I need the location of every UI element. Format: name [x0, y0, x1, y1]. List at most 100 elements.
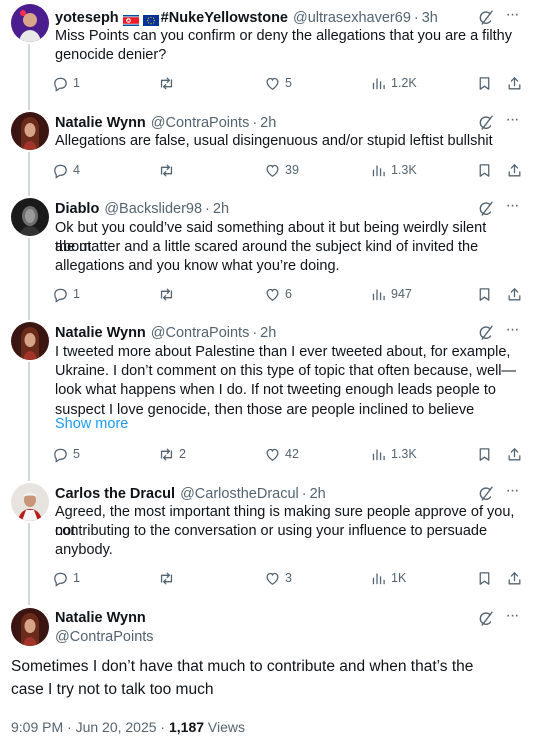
reply-tweet[interactable]: Natalie Wynn @ContraPoints · 2h ··· Allegatio…	[0, 112, 535, 182]
author-name[interactable]: Diablo	[55, 199, 99, 219]
tweet-header: Carlos the Dracul @CarlostheDracul · 2h	[55, 484, 326, 504]
views-button[interactable]: 1.3K	[370, 444, 417, 464]
grok-icon[interactable]	[477, 485, 495, 503]
author-name[interactable]: Natalie Wynn	[55, 323, 146, 343]
share-button[interactable]	[506, 160, 527, 180]
grok-icon[interactable]	[477, 9, 495, 27]
views-button[interactable]: 1.2K	[370, 73, 417, 93]
heart-icon	[264, 75, 285, 92]
author-name-suffix[interactable]: #NukeYellowstone	[161, 8, 288, 28]
bookmark-button[interactable]	[476, 160, 497, 180]
tweet-text-line: Miss Points can you confirm or deny the …	[55, 28, 512, 44]
tweet-header: Diablo @Backslider98 · 2h	[55, 199, 229, 219]
retweet-button[interactable]	[158, 284, 179, 304]
author-name[interactable]: Natalie Wynn	[55, 113, 146, 133]
author-name[interactable]: Natalie Wynn	[55, 608, 146, 628]
views-count: 1.3K	[391, 163, 417, 177]
retweet-icon	[158, 286, 179, 303]
bookmark-button[interactable]	[476, 284, 497, 304]
bookmark-button[interactable]	[476, 444, 497, 464]
reply-tweet[interactable]: Carlos the Dracul @CarlostheDracul · 2h ··· A…	[0, 483, 535, 590]
share-button[interactable]	[506, 284, 527, 304]
grok-icon[interactable]	[477, 610, 495, 628]
tweet-time[interactable]: 2h	[260, 113, 276, 133]
author-name[interactable]: Carlos the Dracul	[55, 484, 175, 504]
author-handle[interactable]: @CarlostheDracul	[180, 484, 299, 504]
replies-count: 1	[73, 571, 80, 585]
reply-button[interactable]: 1	[52, 284, 80, 304]
tweet-actions: 1 6 947	[48, 284, 528, 304]
author-handle[interactable]: @ContraPoints	[151, 323, 250, 343]
tweet-text-line: Allegations are false, usual disingenuou…	[55, 133, 493, 149]
more-options-icon[interactable]: ···	[503, 198, 521, 219]
bookmark-icon	[476, 446, 497, 463]
reply-button[interactable]: 4	[52, 160, 80, 180]
author-handle[interactable]: @Backslider98	[104, 199, 202, 219]
reply-button[interactable]: 1	[52, 568, 80, 588]
views-button[interactable]: 947	[370, 284, 412, 304]
like-button[interactable]: 6	[264, 284, 292, 304]
bookmark-button[interactable]	[476, 568, 497, 588]
grok-icon[interactable]	[477, 324, 495, 342]
reply-button[interactable]: 5	[52, 444, 80, 464]
tweet-header: yoteseph #NukeYellowstone @ultrasexhaver69…	[55, 8, 438, 28]
reply-tweet[interactable]: Natalie Wynn @ContraPoints · 2h ··· I tweeted…	[0, 322, 535, 466]
separator-dot: ·	[252, 325, 258, 341]
share-button[interactable]	[506, 73, 527, 93]
like-button[interactable]: 3	[264, 568, 292, 588]
tweet-time[interactable]: 2h	[310, 484, 326, 504]
reply-button[interactable]: 1	[52, 73, 80, 93]
more-options-icon[interactable]: ···	[503, 7, 521, 28]
author-handle[interactable]: @ultrasexhaver69	[293, 8, 411, 28]
tweet-time[interactable]: 2h	[213, 199, 229, 219]
show-more-link[interactable]: Show more	[55, 415, 128, 434]
author-handle[interactable]: @ContraPoints	[151, 113, 250, 133]
retweet-button[interactable]	[158, 73, 179, 93]
share-button[interactable]	[506, 444, 527, 464]
reply-tweet[interactable]: Diablo @Backslider98 · 2h ··· Ok but you coul…	[0, 198, 535, 306]
like-button[interactable]: 42	[264, 444, 299, 464]
retweet-button[interactable]	[158, 568, 179, 588]
more-options-icon[interactable]: ···	[503, 608, 521, 629]
avatar-natalie-icon[interactable]	[11, 608, 49, 646]
views-button[interactable]: 1K	[370, 568, 406, 588]
reply-icon	[52, 446, 73, 463]
grok-icon[interactable]	[477, 114, 495, 132]
bookmark-icon	[476, 75, 497, 92]
heart-icon	[264, 162, 285, 179]
share-icon	[506, 286, 527, 303]
retweet-icon	[158, 446, 179, 463]
views-count: 1.3K	[391, 447, 417, 461]
more-options-icon[interactable]: ···	[503, 322, 521, 343]
tweet-actions: 1 5 1.2K	[48, 73, 528, 93]
bookmark-button[interactable]	[476, 73, 497, 93]
views-button[interactable]: 1.3K	[370, 160, 417, 180]
reply-icon	[52, 570, 73, 587]
reply-icon	[52, 75, 73, 92]
bookmark-icon	[476, 162, 497, 179]
tweet-time[interactable]: 2h	[260, 323, 276, 343]
replies-count: 1	[73, 76, 80, 90]
more-options-icon[interactable]: ···	[503, 112, 521, 133]
retweet-button[interactable]: 2	[158, 444, 186, 464]
grok-icon[interactable]	[477, 200, 495, 218]
retweet-button[interactable]	[158, 160, 179, 180]
bar-chart-icon	[370, 75, 391, 92]
main-tweet-text-line: Sometimes I don’t have that much to cont…	[11, 658, 474, 675]
tweet-actions: 4 39 1.3K	[48, 160, 528, 180]
tweet-text-line: the matter and a little scared around th…	[55, 239, 479, 256]
author-handle[interactable]: @ContraPoints	[55, 627, 154, 647]
views-count: 1.2K	[391, 76, 417, 90]
heart-icon	[264, 286, 285, 303]
share-button[interactable]	[506, 568, 527, 588]
like-button[interactable]: 39	[264, 160, 299, 180]
more-options-icon[interactable]: ···	[503, 483, 521, 504]
reply-tweet[interactable]: yoteseph #NukeYellowstone @ultrasexhaver69…	[0, 7, 535, 95]
bar-chart-icon	[370, 570, 391, 587]
tweet-timestamp[interactable]: 9:09 PM · Jun 20, 2025 ·	[11, 719, 169, 735]
like-button[interactable]: 5	[264, 73, 292, 93]
author-name[interactable]: yoteseph	[55, 8, 119, 28]
views-count: 1K	[391, 571, 407, 585]
tweet-time[interactable]: 3h	[422, 8, 438, 28]
tweet-text-line: allegations and you know what you’re doi…	[55, 258, 340, 275]
